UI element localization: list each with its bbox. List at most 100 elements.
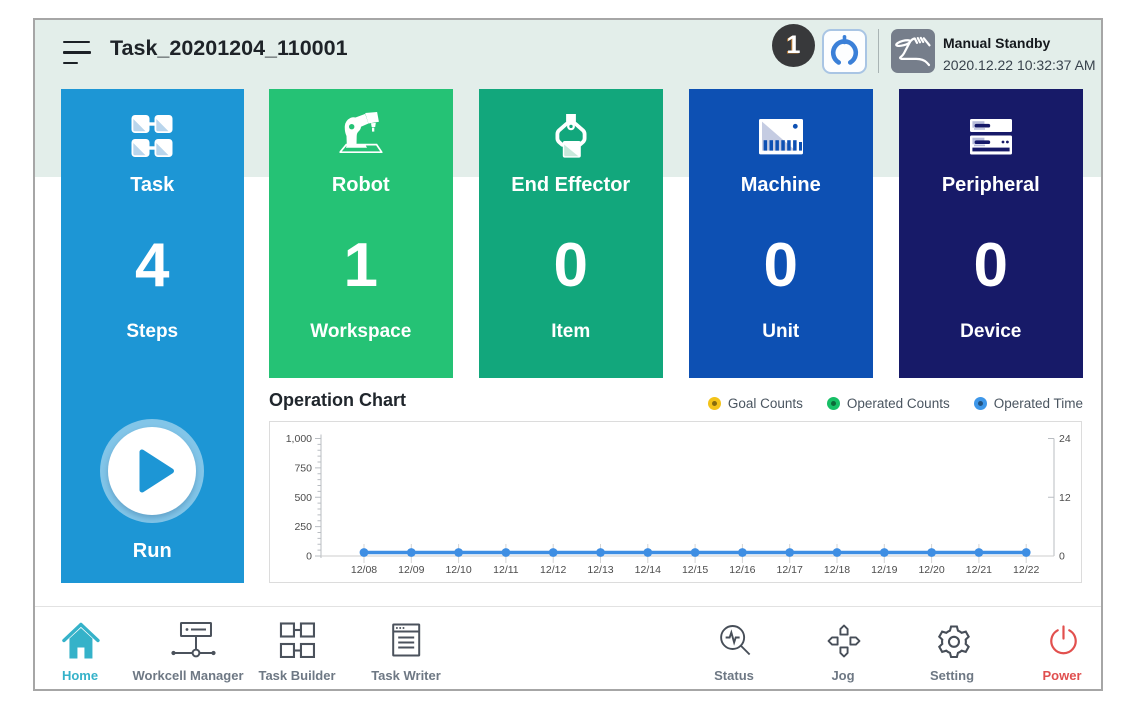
card-title: End Effector	[479, 174, 663, 196]
card-machine: Machine 0 Unit	[689, 89, 873, 378]
nav-label: Home	[62, 668, 98, 683]
header-divider	[878, 29, 879, 73]
legend-item: Operated Time	[974, 396, 1083, 411]
nav-power[interactable]: Power	[1042, 622, 1081, 683]
legend-dot	[827, 397, 840, 410]
legend-label: Operated Counts	[847, 396, 950, 411]
nav-task-builder[interactable]: Task Builder	[258, 622, 335, 683]
y-axis-left-label: 250	[294, 521, 312, 533]
operated-time-point	[596, 548, 605, 557]
y-axis-right-label: 12	[1059, 492, 1071, 504]
operated-time-point	[549, 548, 558, 557]
nav-home[interactable]: Home	[62, 622, 98, 683]
x-axis-label: 12/10	[445, 564, 471, 576]
x-axis-label: 12/19	[871, 564, 897, 576]
x-axis-label: 12/22	[1013, 564, 1039, 576]
card-value: 0	[689, 235, 873, 297]
chart-title: Operation Chart	[269, 390, 406, 411]
jog-icon	[825, 622, 861, 658]
peripheral-icon	[970, 119, 1012, 155]
card-value: 0	[479, 235, 663, 297]
status-icon	[716, 622, 752, 658]
card-sublabel: Unit	[689, 321, 873, 342]
x-axis-label: 12/15	[682, 564, 708, 576]
card-sublabel: Item	[479, 321, 663, 342]
chart-legend: Goal Counts Operated Counts Operated Time	[708, 396, 1083, 411]
task-writer-icon	[388, 622, 424, 658]
nav-jog[interactable]: Jog	[825, 622, 861, 683]
nav-setting[interactable]: Setting	[930, 622, 974, 683]
card-title: Machine	[689, 174, 873, 196]
card-task: Task 4 Steps Run	[61, 89, 245, 583]
machine-icon	[759, 119, 803, 155]
menu-icon[interactable]	[63, 40, 93, 68]
nav-workcell-manager[interactable]: Workcell Manager	[132, 622, 243, 683]
legend-dot	[974, 397, 987, 410]
operated-time-point	[927, 548, 936, 557]
y-axis-right-label: 0	[1059, 551, 1065, 563]
nav-status[interactable]: Status	[714, 622, 754, 683]
operated-time-point	[360, 548, 369, 557]
card-sublabel: Steps	[61, 321, 245, 342]
x-axis-label: 12/21	[966, 564, 992, 576]
x-axis-label: 12/20	[918, 564, 944, 576]
card-sublabel: Workspace	[269, 321, 453, 342]
y-axis-right-label: 24	[1059, 433, 1071, 445]
operated-time-point	[643, 548, 652, 557]
nav-label: Workcell Manager	[132, 668, 243, 683]
nav-task-writer[interactable]: Task Writer	[371, 622, 441, 683]
operated-time-point	[502, 548, 511, 557]
setting-icon	[934, 622, 970, 658]
x-axis-label: 12/16	[729, 564, 755, 576]
operated-time-point	[454, 548, 463, 557]
operated-time-point	[880, 548, 889, 557]
card-robot: Robot 1 Workspace	[269, 89, 453, 378]
app-frame: Task_20201204_110001 1 Manual Standby 20…	[33, 18, 1103, 691]
manual-mode-button[interactable]	[891, 29, 935, 73]
x-axis-label: 12/17	[777, 564, 803, 576]
y-axis-left-label: 500	[294, 492, 312, 504]
operated-time-point	[785, 548, 794, 557]
datetime-label: 2020.12.22 10:32:37 AM	[943, 57, 1096, 73]
y-axis-left-label: 1,000	[286, 433, 312, 445]
nav-label: Task Writer	[371, 668, 441, 683]
x-axis-label: 12/09	[398, 564, 424, 576]
y-axis-left-label: 0	[306, 551, 312, 563]
legend-label: Operated Time	[994, 396, 1083, 411]
task-blocks-icon	[132, 115, 173, 157]
nav-label: Power	[1042, 668, 1081, 683]
bottom-nav: Home Workcell Manager Task Builder Task …	[35, 606, 1101, 689]
card-title: Peripheral	[899, 174, 1083, 196]
card-sublabel: Device	[899, 321, 1083, 342]
run-button[interactable]	[100, 419, 204, 523]
x-axis-label: 12/11	[493, 564, 519, 576]
gripper-icon	[555, 114, 586, 159]
page-title: Task_20201204_110001	[110, 36, 348, 61]
end-effector-tool-button[interactable]	[822, 29, 867, 74]
task-builder-icon	[279, 622, 315, 658]
power-icon	[1044, 622, 1080, 658]
legend-dot	[708, 397, 721, 410]
card-title: Task	[61, 174, 245, 196]
card-peripheral: Peripheral 0 Device	[899, 89, 1083, 378]
legend-item: Goal Counts	[708, 396, 803, 411]
card-value: 4	[61, 235, 245, 297]
workcell-manager-icon	[170, 622, 206, 658]
operated-time-point	[833, 548, 842, 557]
legend-label: Goal Counts	[728, 396, 803, 411]
nav-label: Task Builder	[258, 668, 335, 683]
home-icon	[62, 622, 98, 658]
nav-label: Setting	[930, 668, 974, 683]
y-axis-left-label: 750	[294, 462, 312, 474]
operated-time-point	[407, 548, 416, 557]
x-axis-label: 12/12	[540, 564, 566, 576]
x-axis-label: 12/14	[635, 564, 661, 576]
run-label: Run	[61, 540, 245, 563]
card-value: 1	[269, 235, 453, 297]
operated-time-point	[975, 548, 984, 557]
notification-badge[interactable]: 1	[772, 24, 815, 67]
x-axis-label: 12/08	[351, 564, 377, 576]
card-value: 0	[899, 235, 1083, 297]
operated-time-point	[1022, 548, 1031, 557]
x-axis-label: 12/18	[824, 564, 850, 576]
